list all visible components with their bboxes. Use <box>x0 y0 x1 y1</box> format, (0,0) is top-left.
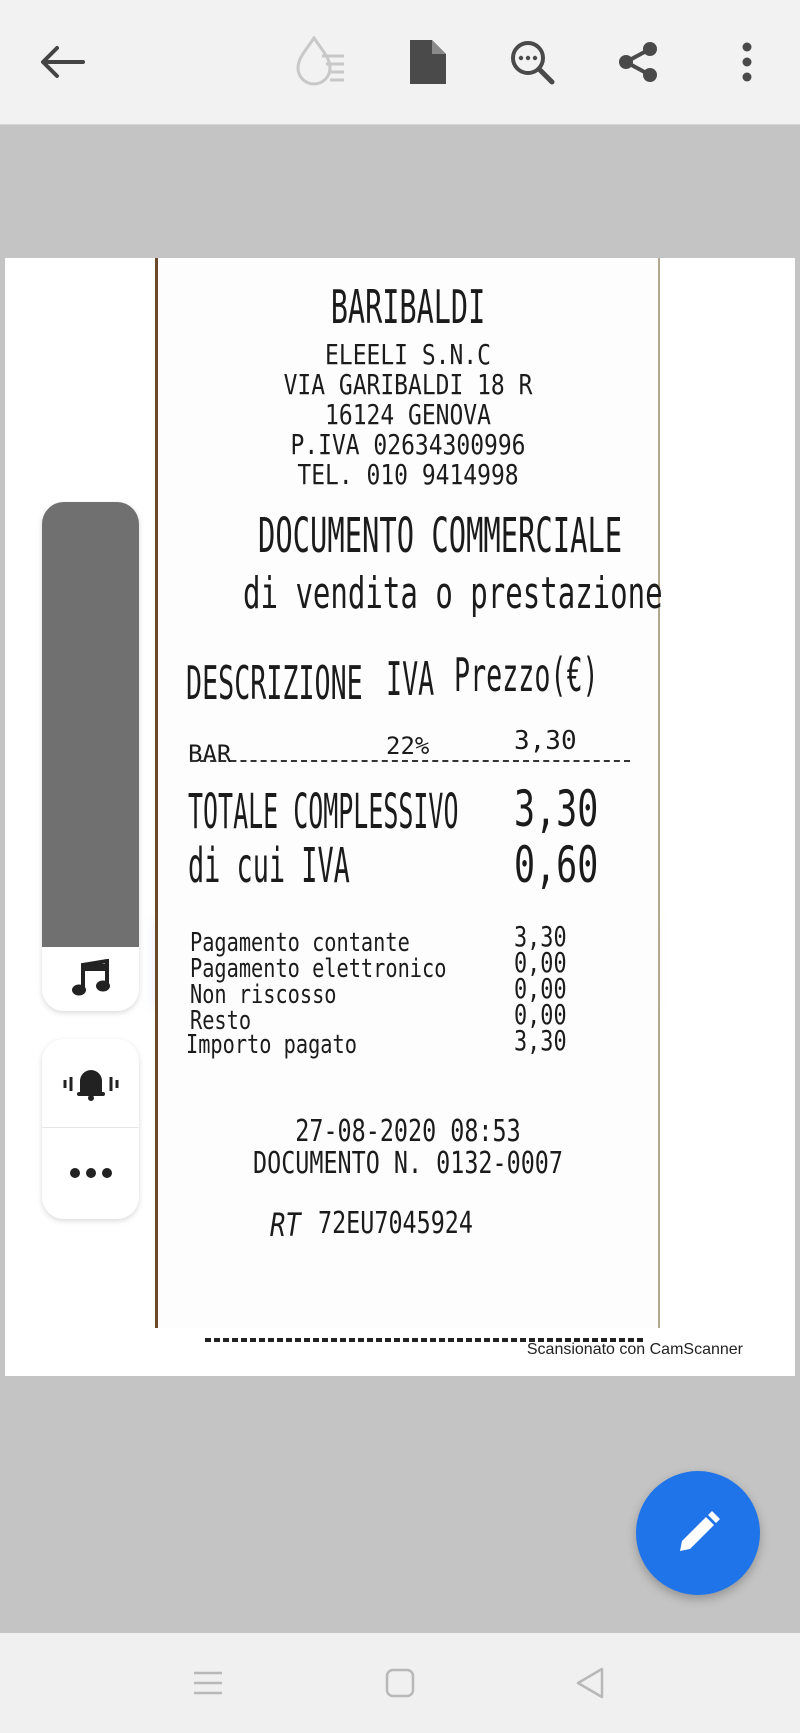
receipt-address: VIA GARIBALDI 18 R <box>283 368 533 401</box>
search-button[interactable] <box>502 32 562 92</box>
media-volume-button[interactable] <box>42 947 139 1011</box>
receipt-rt-code: 72EU7045924 <box>318 1206 473 1241</box>
panel-divider <box>42 1127 139 1128</box>
more-vert-icon <box>742 42 752 82</box>
more-horiz-icon <box>69 1168 112 1178</box>
receipt-item-vat: 22% <box>386 732 430 760</box>
vibrate-bell-icon <box>63 1070 118 1101</box>
vibrate-mode-button[interactable] <box>42 1039 139 1127</box>
system-nav-bar <box>0 1633 800 1733</box>
receipt-company: ELEELI S.N.C <box>325 338 491 371</box>
receipt-doc-subtitle: di vendita o prestazione <box>243 568 663 619</box>
receipt-doc-title: DOCUMENTO COMMERCIALE <box>258 508 623 564</box>
back-button[interactable] <box>32 32 92 92</box>
receipt-vat-number: P.IVA 02634300996 <box>290 428 526 461</box>
receipt-col-description: DESCRIZIONE <box>186 656 363 710</box>
receipt-item-name: BAR <box>188 740 232 768</box>
back-triangle-icon <box>576 1667 604 1699</box>
volume-panel <box>42 502 139 1011</box>
receipt-col-vat: IVA <box>386 652 435 706</box>
receipt-payment-value: 3,30 <box>514 1024 567 1057</box>
back-arrow-icon <box>41 46 85 78</box>
receipt-city: 16124 GENOVA <box>325 398 491 431</box>
share-icon <box>619 42 657 82</box>
home-button[interactable] <box>370 1653 430 1713</box>
search-more-icon <box>511 41 555 85</box>
document-icon <box>410 40 446 84</box>
document-button[interactable] <box>398 32 458 92</box>
home-icon <box>385 1668 415 1698</box>
camscanner-watermark: Scansionato con CamScanner <box>526 1341 743 1358</box>
more-options-button[interactable] <box>717 32 777 92</box>
share-button[interactable] <box>608 32 668 92</box>
receipt-vat-label: di cui IVA <box>188 838 350 894</box>
edit-pencil-icon <box>680 1511 720 1551</box>
receipt-datetime: 27-08-2020 08:53 <box>295 1114 521 1149</box>
recents-button[interactable] <box>178 1653 238 1713</box>
receipt: BARIBALDI ELEELI S.N.C VIA GARIBALDI 18 … <box>155 258 663 1328</box>
receipt-doc-number: DOCUMENTO N. 0132-0007 <box>253 1146 563 1181</box>
receipt-vat-value: 0,60 <box>514 836 599 894</box>
receipt-item-price: 3,30 <box>514 726 577 756</box>
music-note-icon <box>71 959 110 996</box>
receipt-rt-prefix: RT <box>270 1206 301 1244</box>
receipt-payment-label: Importo pagato <box>186 1030 357 1060</box>
watermark-button[interactable] <box>290 32 350 92</box>
more-sound-settings-button[interactable] <box>42 1129 139 1217</box>
sound-mode-panel <box>42 1039 139 1219</box>
top-toolbar <box>0 0 800 125</box>
receipt-total-label: TOTALE COMPLESSIVO <box>188 784 459 840</box>
back-nav-button[interactable] <box>560 1653 620 1713</box>
edit-button[interactable] <box>636 1471 760 1595</box>
volume-slider[interactable] <box>42 502 139 947</box>
receipt-col-price: Prezzo(€) <box>454 648 599 702</box>
receipt-phone: TEL. 010 9414998 <box>297 458 519 491</box>
recents-icon <box>194 1671 222 1695</box>
receipt-shop-name: BARIBALDI <box>330 280 486 334</box>
watermark-drop-icon <box>296 36 344 86</box>
receipt-separator <box>190 760 630 762</box>
receipt-total-value: 3,30 <box>514 780 599 838</box>
